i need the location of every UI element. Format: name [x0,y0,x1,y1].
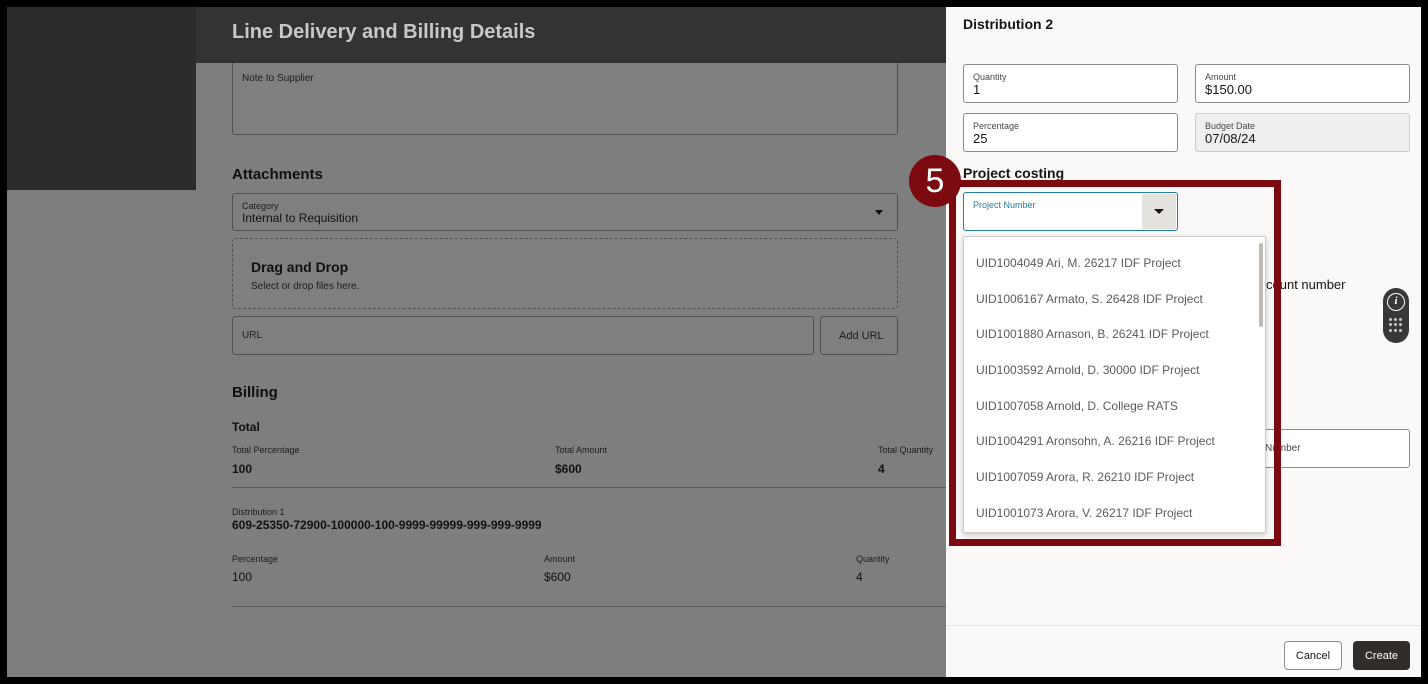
info-icon[interactable]: i [1387,293,1405,311]
percentage-input[interactable]: Percentage 25 [963,113,1178,152]
quantity-input[interactable]: Quantity 1 [963,64,1178,103]
quantity-field-label: Quantity [973,72,1007,82]
page-header: Line Delivery and Billing Details [196,7,956,63]
create-button[interactable]: Create [1353,641,1410,670]
drag-drop-zone[interactable]: Drag and Drop Select or drop files here. [232,238,898,309]
total-amount-value: $600 [555,462,582,476]
amount-input[interactable]: Amount $150.00 [1195,64,1410,103]
quantity-field-value: 1 [973,82,981,97]
distribution1-label: Distribution 1 [232,507,285,517]
drag-drop-hint: Select or drop files here. [251,281,360,292]
url-placeholder: URL [242,330,263,341]
project-costing-heading: Project costing [963,165,1065,181]
note-to-supplier-label: Note to Supplier [242,73,314,84]
budget-date-label: Budget Date [1205,121,1256,131]
billing-divider-2 [232,606,956,607]
billing-divider-1 [232,487,956,488]
percentage-label: Percentage [232,554,279,564]
drawer-footer [946,625,1421,677]
chevron-down-icon [875,210,883,215]
step-number-badge: 5 [909,155,961,207]
amount-label: Amount [544,554,576,564]
distribution1-account: 609-25350-72900-100000-100-9999-99999-99… [232,518,542,532]
percentage-field-value: 25 [973,131,988,146]
drag-drop-title: Drag and Drop [251,259,349,275]
drawer-title: Distribution 2 [963,16,1054,32]
page-title: Line Delivery and Billing Details [232,21,536,43]
add-url-label: Add URL [839,330,884,342]
note-to-supplier-field[interactable]: Note to Supplier [232,63,898,135]
add-url-button[interactable]: Add URL [820,316,898,355]
percentage-field-label: Percentage [973,121,1020,131]
percentage-value: 100 [232,570,253,584]
grid-dots-icon[interactable] [1389,318,1403,332]
billing-heading: Billing [232,384,278,401]
category-value: Internal to Requisition [242,211,359,225]
attachments-heading: Attachments [232,166,323,183]
step-highlight-box [949,180,1281,546]
total-percentage-value: 100 [232,462,253,476]
cancel-button[interactable]: Cancel [1284,641,1342,670]
total-heading: Total [232,420,260,434]
line-details-page: Line Delivery and Billing Details Note t… [196,7,956,677]
total-quantity-value: 4 [878,462,885,476]
total-amount-label: Total Amount [555,445,608,455]
total-percentage-label: Total Percentage [232,445,300,455]
total-quantity-label: Total Quantity [878,445,934,455]
budget-date-value: 07/08/24 [1205,131,1256,146]
budget-date-field: Budget Date 07/08/24 [1195,113,1410,152]
category-select[interactable]: Category Internal to Requisition [232,193,898,231]
amount-field-label: Amount [1205,72,1237,82]
amount-field-value: $150.00 [1205,82,1252,97]
quantity-label: Quantity [856,554,890,564]
url-input[interactable]: URL [232,316,814,355]
category-label: Category [242,201,279,211]
amount-value: $600 [544,570,571,584]
floating-help-widget: i [1383,288,1409,343]
quantity-value: 4 [856,570,863,584]
